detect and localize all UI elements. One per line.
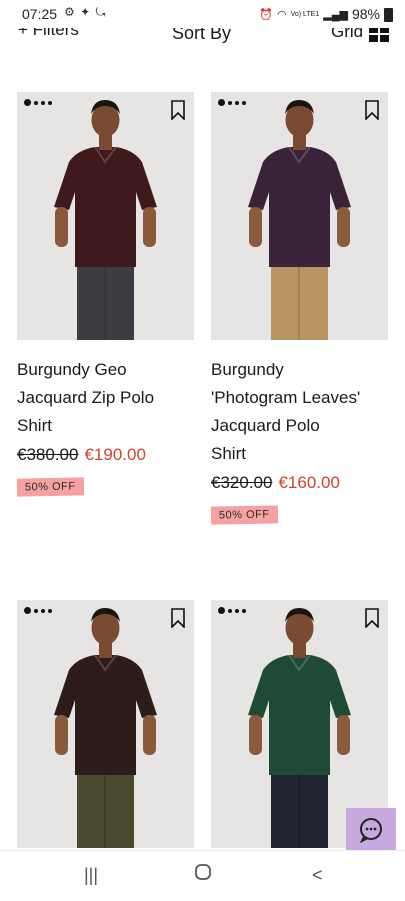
product-card[interactable]: Burgundy Geo Jacquard Zip Polo Shirt €380.0…	[16, 92, 194, 497]
price-row: €380.00 €190.00	[17, 442, 194, 468]
product-title-line: Burgundy	[211, 360, 284, 379]
product-card[interactable]	[17, 600, 194, 848]
model-photo	[54, 100, 157, 340]
product-title-line: Jacquard Zip Polo	[17, 388, 155, 407]
recents-icon[interactable]: |||	[84, 865, 98, 886]
notification-icons: ⚙ ✦ ⤿	[64, 5, 107, 19]
grid-icon	[369, 26, 390, 42]
wifi-icon: ◠	[276, 8, 287, 21]
discount-badge: 50% OFF	[210, 505, 278, 525]
model-photo	[54, 608, 157, 848]
polo-shirt	[54, 655, 157, 775]
signal-icon: ▂▄▆	[323, 8, 348, 21]
product-title-line: Jacquard Polo	[211, 416, 320, 435]
product-card[interactable]: Burgundy 'Photogram Leaves' Jacquard Polo S…	[210, 92, 388, 525]
product-image[interactable]	[211, 92, 388, 340]
polo-shirt	[248, 147, 351, 267]
product-title-line: 'Photogram Leaves'	[211, 388, 361, 407]
original-price: €380.00	[17, 445, 79, 464]
polo-shirt	[248, 655, 351, 775]
polo-shirt	[54, 147, 157, 267]
product-image[interactable]	[17, 92, 194, 340]
original-price: €320.00	[211, 473, 273, 492]
system-nav-bar: ||| <	[0, 850, 405, 901]
product-title[interactable]: Burgundy 'Photogram Leaves' Jacquard Polo S…	[211, 356, 388, 468]
product-title-line: Burgundy Geo	[17, 360, 127, 379]
product-title-line: Shirt	[211, 444, 246, 463]
back-icon[interactable]: <	[312, 865, 323, 886]
status-bar: 07:25 ⚙ ✦ ⤿ ⏰ ◠ Vo) LTE1 ▂▄▆ 98%	[0, 0, 405, 28]
chat-bubble-icon	[359, 818, 382, 843]
battery-percent: 98%	[351, 6, 380, 22]
sale-price: €190.00	[84, 445, 146, 464]
network-label: Vo) LTE1	[290, 10, 320, 18]
discount-badge: 50% OFF	[16, 477, 84, 497]
battery-icon	[384, 8, 393, 22]
price-row: €320.00 €160.00	[211, 470, 388, 496]
model-photo	[248, 100, 351, 340]
home-icon[interactable]	[194, 863, 212, 886]
sale-price: €160.00	[278, 473, 340, 492]
status-right: ⏰ ◠ Vo) LTE1 ▂▄▆ 98%	[259, 6, 393, 22]
product-image[interactable]	[17, 600, 194, 848]
chat-button[interactable]	[346, 808, 396, 852]
product-title-line: Shirt	[17, 416, 52, 435]
status-time: 07:25	[22, 6, 58, 22]
product-title[interactable]: Burgundy Geo Jacquard Zip Polo Shirt	[17, 356, 194, 440]
alarm-icon: ⏰	[259, 8, 273, 21]
